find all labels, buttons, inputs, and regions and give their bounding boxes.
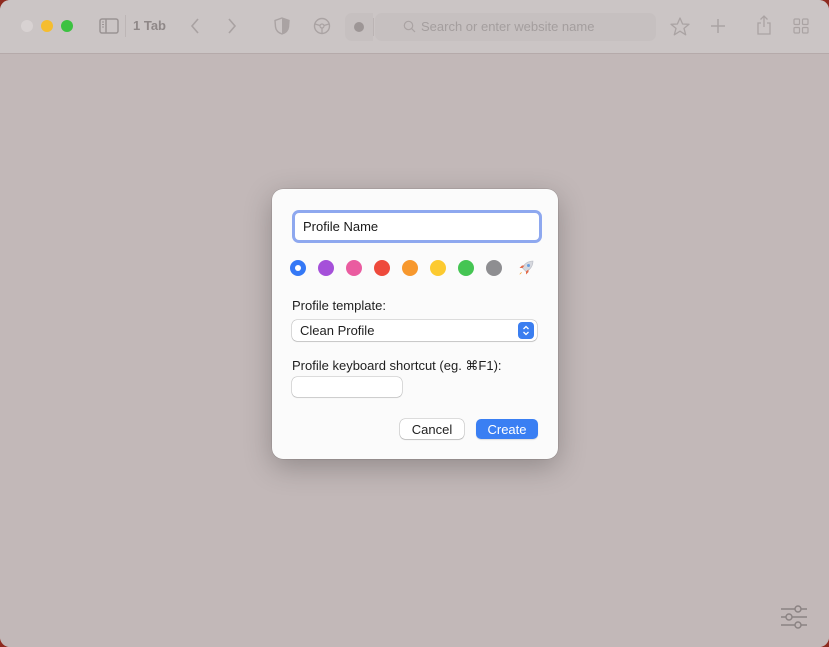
color-swatch-gray[interactable] <box>486 260 502 276</box>
search-input[interactable]: Search or enter website name <box>421 19 594 34</box>
share-icon[interactable] <box>754 14 774 36</box>
maximize-button[interactable] <box>61 20 73 32</box>
sliders-icon[interactable] <box>780 604 808 630</box>
chevron-right-icon[interactable] <box>225 17 239 35</box>
selected-indicator <box>295 265 301 271</box>
color-swatch-blue[interactable] <box>290 260 306 276</box>
search-icon <box>403 20 416 38</box>
plus-icon[interactable] <box>708 16 728 36</box>
rocket-icon[interactable] <box>517 259 535 277</box>
cancel-button[interactable]: Cancel <box>400 419 464 439</box>
chevron-left-icon[interactable] <box>188 17 202 35</box>
toolbar-divider <box>125 15 126 37</box>
grid-icon[interactable] <box>791 16 811 36</box>
color-swatch-purple[interactable] <box>318 260 334 276</box>
profile-name-input[interactable] <box>295 213 531 240</box>
color-swatch-yellow[interactable] <box>430 260 446 276</box>
close-button[interactable] <box>21 20 33 32</box>
chevron-up-down-icon <box>518 322 534 339</box>
toolbar: 1 Tab Search or enter website name <box>0 0 829 54</box>
template-select-value: Clean Profile <box>300 323 374 338</box>
shield-icon[interactable] <box>272 16 292 36</box>
sidebar-icon[interactable] <box>98 17 120 35</box>
template-label: Profile template: <box>292 298 386 313</box>
browser-window: 1 Tab Search or enter website name <box>0 0 829 647</box>
shortcut-input[interactable] <box>292 377 402 397</box>
dot-icon <box>354 22 364 32</box>
create-button[interactable]: Create <box>476 419 538 439</box>
new-profile-dialog: Profile template: Clean Profile Profile … <box>272 189 558 459</box>
tab-count[interactable]: 1 Tab <box>133 18 166 33</box>
record-button[interactable] <box>345 13 373 41</box>
address-bar[interactable]: Search or enter website name <box>375 13 656 41</box>
star-icon[interactable] <box>669 16 691 36</box>
profile-name-field[interactable] <box>292 210 542 243</box>
steering-wheel-icon[interactable] <box>312 16 332 36</box>
color-swatch-pink[interactable] <box>346 260 362 276</box>
color-swatch-green[interactable] <box>458 260 474 276</box>
template-select[interactable]: Clean Profile <box>292 320 537 341</box>
shortcut-label: Profile keyboard shortcut (eg. ⌘F1): <box>292 358 502 374</box>
minimize-button[interactable] <box>41 20 53 32</box>
color-swatch-orange[interactable] <box>402 260 418 276</box>
url-divider <box>373 18 374 36</box>
color-swatch-red[interactable] <box>374 260 390 276</box>
